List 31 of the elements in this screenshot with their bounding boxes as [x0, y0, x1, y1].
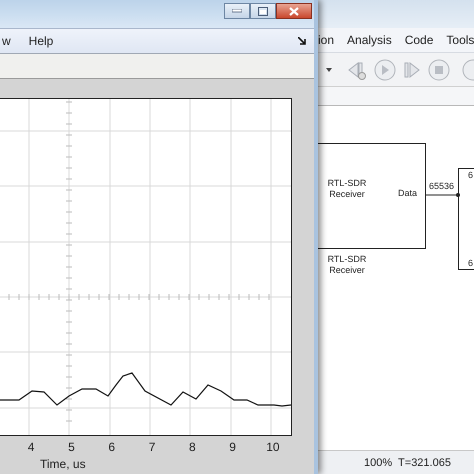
maximize-button[interactable] — [250, 3, 276, 19]
close-icon — [289, 6, 299, 16]
dropdown-arrow-icon[interactable] — [326, 68, 332, 72]
port-label: 6 — [468, 170, 474, 180]
port-label: 6 — [468, 258, 474, 268]
port-label: Data — [398, 188, 418, 198]
axis-tick-label: 4 — [26, 440, 36, 454]
signal-label: 65536 — [429, 181, 454, 191]
axis-tick-label: 6 — [107, 440, 116, 454]
display-block[interactable]: 6 6 — [458, 168, 474, 270]
menu-item[interactable]: Tools — [446, 33, 474, 47]
axis-tick-label: 7 — [148, 440, 156, 454]
menu-item[interactable]: Help — [26, 34, 56, 48]
block-title: RTL-SDR Receiver — [326, 178, 368, 200]
status-text: 100% T=321.065 — [318, 450, 474, 474]
axis-tick-label: 10 — [265, 440, 281, 454]
minimize-icon — [232, 9, 242, 13]
menu-item[interactable]: ion — [318, 33, 334, 47]
signal-line — [425, 192, 461, 198]
block-caption: RTL-SDR Receiver — [326, 254, 368, 276]
minimize-button[interactable] — [224, 3, 250, 19]
menu-item[interactable]: w — [0, 34, 13, 48]
axis-tick-label: 5 — [67, 440, 76, 454]
axis-tick-label: 9 — [228, 440, 237, 454]
maximize-icon — [258, 6, 268, 16]
axis-label: Time, us — [40, 457, 87, 471]
menu-item[interactable]: Analysis — [347, 33, 392, 47]
menu-item[interactable]: Code — [404, 33, 434, 47]
arrow-icon[interactable] — [298, 37, 306, 45]
close-button[interactable] — [276, 3, 312, 19]
axis-tick-label: 8 — [188, 440, 197, 454]
